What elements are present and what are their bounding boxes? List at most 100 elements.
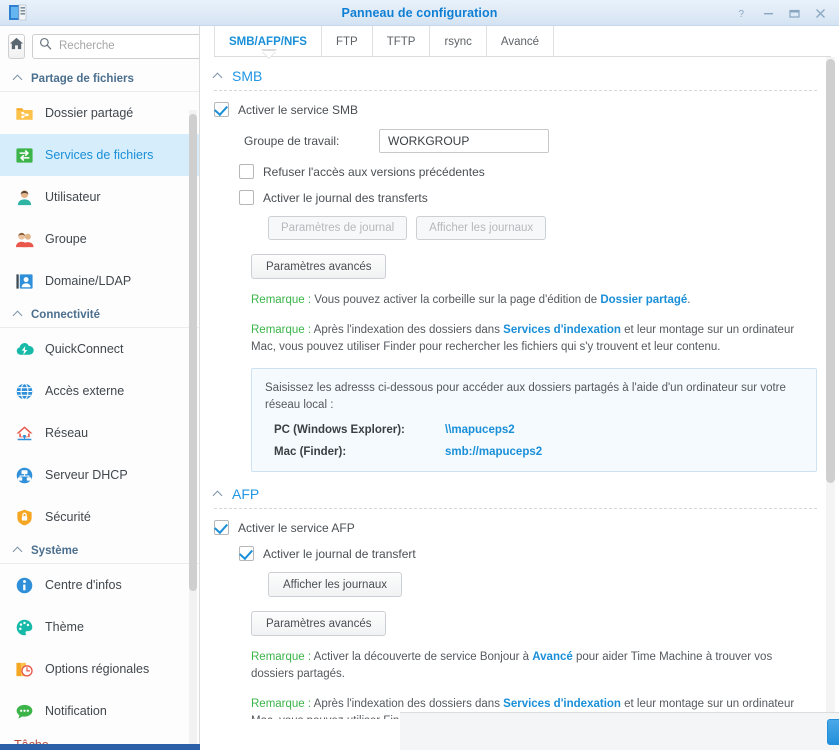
- tab-label: SMB/AFP/NFS: [229, 35, 307, 48]
- chevron-up-icon: [14, 546, 23, 555]
- smb-address-row-pc: PC (Windows Explorer): \\mapuceps2: [265, 424, 803, 436]
- smb-advanced-settings-button[interactable]: Paramètres avancés: [251, 254, 387, 279]
- afp-advanced-row: Paramètres avancés: [251, 611, 817, 636]
- section-divider: [214, 508, 817, 509]
- note-text: Vous pouvez activer la corbeille sur la …: [311, 294, 601, 306]
- smb-workgroup-label: Groupe de travail:: [244, 134, 340, 148]
- sidebar-item-theme[interactable]: Thème: [0, 606, 199, 648]
- smb-log-settings-button[interactable]: Paramètres de journal: [268, 216, 408, 240]
- smb-address-row-mac: Mac (Finder): smb://mapuceps2: [265, 446, 803, 458]
- search-icon: [39, 37, 52, 55]
- sidebar-item-services-de-fichiers[interactable]: Services de fichiers: [0, 134, 199, 176]
- sidebar-item-label: Accès externe: [45, 384, 125, 398]
- smb-enable-service-checkbox[interactable]: [214, 102, 229, 117]
- section-header-smb[interactable]: SMB: [214, 68, 817, 84]
- user-icon: [14, 187, 34, 207]
- note-link-dossier-partage[interactable]: Dossier partagé: [600, 294, 687, 306]
- smb-address-key: Mac (Finder):: [274, 446, 347, 458]
- smb-address-value[interactable]: \\mapuceps2: [445, 424, 515, 436]
- sidebar-item-utilisateur[interactable]: Utilisateur: [0, 176, 199, 218]
- chevron-up-icon: [214, 490, 223, 499]
- window-controls: ?: [729, 0, 833, 26]
- sidebar-group-connectivite[interactable]: Connectivité: [0, 302, 199, 328]
- note-text: Après l'indexation des dossiers dans: [311, 324, 504, 336]
- smb-transfer-log-label: Activer le journal des transferts: [263, 190, 428, 205]
- afp-advanced-settings-button[interactable]: Paramètres avancés: [251, 611, 387, 636]
- sidebar-item-acces-externe[interactable]: Accès externe: [0, 370, 199, 412]
- sidebar-item-serveur-dhcp[interactable]: Serveur DHCP: [0, 454, 199, 496]
- sidebar-item-label: Sécurité: [45, 510, 91, 524]
- tab-rsync[interactable]: rsync: [430, 26, 487, 57]
- tab-label: TFTP: [386, 35, 416, 48]
- sidebar-item-groupe[interactable]: Groupe: [0, 218, 199, 260]
- afp-transfer-log-row: Activer le journal de transfert: [239, 546, 817, 561]
- group-icon: [14, 229, 34, 249]
- afp-transfer-log-checkbox[interactable]: [239, 546, 254, 561]
- note-tag: Remarque :: [251, 698, 312, 710]
- sidebar-group-systeme[interactable]: Système: [0, 538, 199, 564]
- help-button[interactable]: ?: [729, 0, 755, 26]
- control-panel-window: Panneau de configuration ? Recherche Par…: [0, 0, 839, 750]
- sidebar-group-partage-de-fichiers[interactable]: Partage de fichiers: [0, 66, 199, 92]
- window-titlebar: Panneau de configuration ?: [0, 0, 839, 26]
- tab-ftp[interactable]: FTP: [322, 26, 373, 57]
- smb-enable-service-row: Activer le service SMB: [214, 102, 817, 117]
- sidebar-item-reseau[interactable]: Réseau: [0, 412, 199, 454]
- smb-workgroup-input[interactable]: [379, 129, 549, 153]
- afp-view-logs-button[interactable]: Afficher les journaux: [268, 572, 402, 597]
- note-link-services-indexation[interactable]: Services d'indexation: [503, 324, 621, 336]
- smb-workgroup-row: Groupe de travail:: [244, 129, 817, 153]
- sidebar-item-dossier-partage[interactable]: Dossier partagé: [0, 92, 199, 134]
- tab-avance[interactable]: Avancé: [487, 26, 555, 57]
- note-tag: Remarque :: [251, 651, 312, 663]
- section-divider: [214, 90, 817, 91]
- theme-palette-icon: [14, 617, 34, 637]
- smb-deny-previous-versions-row: Refuser l'accès aux versions précédentes: [239, 164, 817, 179]
- smb-transfer-log-checkbox[interactable]: [239, 190, 254, 205]
- sidebar-item-notification[interactable]: Notification: [0, 690, 199, 732]
- sidebar-item-label: Domaine/LDAP: [45, 274, 132, 288]
- search-box[interactable]: [32, 33, 199, 59]
- close-button[interactable]: [807, 0, 833, 26]
- sidebar-item-centre-d-infos[interactable]: Centre d'infos: [0, 564, 199, 606]
- sidebar-item-securite[interactable]: Sécurité: [0, 496, 199, 538]
- sidebar-item-domaine-ldap[interactable]: Domaine/LDAP: [0, 260, 199, 302]
- tab-label: rsync: [444, 35, 472, 48]
- info-center-icon: [14, 575, 34, 595]
- smb-view-logs-button[interactable]: Afficher les journaux: [416, 216, 547, 240]
- tab-bar: SMB/AFP/NFS FTP TFTP rsync Avancé: [200, 26, 839, 58]
- smb-address-value[interactable]: smb://mapuceps2: [445, 446, 542, 458]
- apply-button[interactable]: Appliquer: [827, 718, 839, 745]
- network-icon: [14, 423, 34, 443]
- maximize-button[interactable]: [781, 0, 807, 26]
- sidebar-scroll-area: Partage de fichiers Dossier partagé Serv…: [0, 66, 199, 750]
- minimize-button[interactable]: [755, 0, 781, 26]
- sidebar-item-label: Notification: [45, 704, 107, 718]
- sidebar-item-quickconnect[interactable]: QuickConnect: [0, 328, 199, 370]
- shared-folder-icon: [14, 103, 34, 123]
- sidebar-group-label: Connectivité: [31, 308, 101, 321]
- search-input[interactable]: [57, 39, 199, 53]
- content-scrollbar-thumb[interactable]: [826, 59, 835, 483]
- afp-enable-service-checkbox[interactable]: [214, 520, 229, 535]
- sidebar-item-label: QuickConnect: [45, 342, 124, 356]
- sidebar-scrollbar-thumb[interactable]: [189, 114, 197, 591]
- home-button[interactable]: [8, 33, 25, 59]
- tab-tftp[interactable]: TFTP: [373, 26, 431, 57]
- sidebar-item-options-regionales[interactable]: Options régionales: [0, 648, 199, 690]
- sidebar-item-label: Services de fichiers: [45, 148, 154, 162]
- smb-deny-previous-versions-checkbox[interactable]: [239, 164, 254, 179]
- note-link-services-indexation[interactable]: Services d'indexation: [503, 698, 621, 710]
- sidebar: Partage de fichiers Dossier partagé: [0, 26, 200, 750]
- sidebar-item-label: Réseau: [45, 426, 89, 440]
- chevron-up-icon: [214, 72, 223, 81]
- security-shield-icon: [14, 507, 34, 527]
- section-header-afp[interactable]: AFP: [214, 486, 817, 502]
- note-link-avance[interactable]: Avancé: [532, 651, 573, 663]
- chevron-up-icon: [14, 310, 23, 319]
- notification-icon: [14, 701, 34, 721]
- tab-label: Avancé: [500, 35, 540, 48]
- sidebar-item-label: Centre d'infos: [45, 578, 122, 592]
- smb-log-buttons: Paramètres de journal Afficher les journ…: [268, 216, 817, 240]
- sidebar-item-label: Utilisateur: [45, 190, 101, 204]
